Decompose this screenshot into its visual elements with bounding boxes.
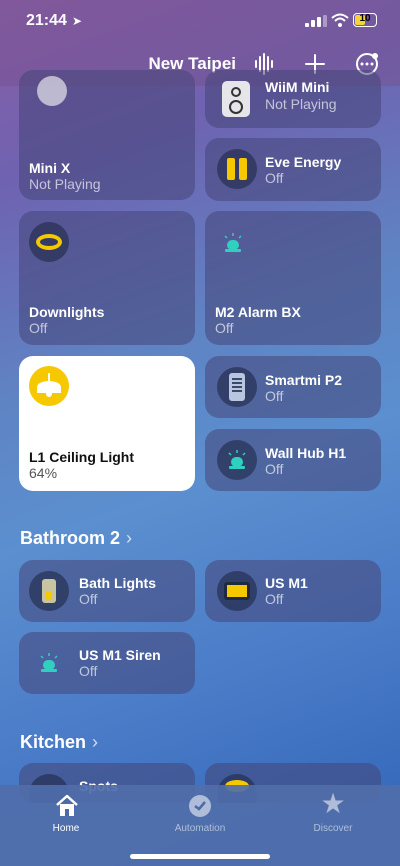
tile-state: Off — [79, 663, 98, 679]
wifi-icon — [331, 13, 349, 27]
chevron-right-icon: › — [126, 528, 133, 548]
status-bar: 21:44 ➤ 10 — [0, 0, 400, 44]
ceiling-light-icon — [29, 366, 69, 406]
tile-state: Off — [265, 388, 284, 404]
tile-name: Wall Hub H1 — [265, 445, 347, 461]
tile-eve-energy[interactable]: Eve Energy Off — [205, 138, 381, 201]
tile-state: Not Playing — [29, 176, 101, 192]
tile-state: Off — [265, 170, 284, 186]
tile-name: US M1 — [265, 575, 308, 591]
section-title: Kitchen — [20, 732, 87, 752]
cellular-signal-icon — [305, 15, 327, 27]
home-icon — [56, 794, 78, 816]
battery-level: 10 — [359, 13, 371, 24]
tile-name: M2 Alarm BX — [215, 304, 301, 320]
tile-downlights[interactable]: Downlights Off — [19, 211, 195, 345]
tile-name: Eve Energy — [265, 154, 342, 170]
speaker-icon — [222, 81, 250, 117]
tile-state: Off — [265, 591, 284, 607]
tab-home[interactable]: Home — [26, 787, 106, 837]
siren-icon — [40, 653, 58, 672]
section-title: Bathroom 2 — [20, 528, 121, 548]
tab-label: Home — [52, 823, 80, 834]
tile-name: L1 Ceiling Light — [29, 449, 134, 465]
siren-icon — [224, 233, 242, 252]
siren-icon — [217, 440, 257, 480]
speaker-icon — [37, 76, 67, 106]
section-header-kitchen[interactable]: Kitchen › — [20, 732, 98, 753]
tile-name: Mini X — [29, 160, 71, 176]
tile-state: Off — [215, 320, 234, 336]
tile-name: Smartmi P2 — [265, 372, 343, 388]
tile-l1-ceiling-light[interactable]: L1 Ceiling Light 64% — [19, 356, 195, 491]
hub-icon — [217, 571, 257, 611]
chevron-right-icon: › — [92, 732, 99, 752]
tile-state: Not Playing — [265, 96, 337, 112]
tile-state: Off — [29, 320, 48, 336]
status-time: 21:44 — [26, 12, 67, 29]
tile-name: WiiM Mini — [265, 79, 330, 95]
star-icon: ★ — [320, 788, 346, 819]
air-purifier-icon — [217, 367, 257, 407]
section-header-bathroom[interactable]: Bathroom 2 › — [20, 528, 132, 549]
tile-state: Off — [265, 461, 284, 477]
tile-m2-alarm-bx[interactable]: M2 Alarm BX Off — [205, 211, 381, 345]
battery-icon: 10 — [353, 13, 377, 27]
downlight-icon — [29, 222, 69, 262]
clock-check-icon — [189, 795, 211, 817]
tile-bath-lights[interactable]: Bath Lights Off — [19, 560, 195, 622]
tile-us-m1[interactable]: US M1 Off — [205, 560, 381, 622]
home-indicator — [130, 854, 270, 859]
tile-state: 64% — [29, 465, 58, 481]
tile-name: Downlights — [29, 304, 105, 320]
tab-automation[interactable]: Automation — [160, 787, 240, 837]
location-arrow-icon: ➤ — [72, 14, 83, 28]
tile-wiim-mini[interactable]: WiiM Mini Not Playing — [205, 70, 381, 128]
light-switch-icon — [29, 571, 69, 611]
tile-mini-x[interactable]: Mini X Not Playing — [19, 70, 195, 200]
tile-smartmi-p2[interactable]: Smartmi P2 Off — [205, 356, 381, 418]
tab-label: Automation — [174, 823, 226, 834]
tile-state: Off — [79, 591, 98, 607]
power-strip-icon — [217, 149, 257, 189]
tile-wall-hub-h1[interactable]: Wall Hub H1 Off — [205, 429, 381, 491]
tile-name: Bath Lights — [79, 575, 156, 591]
tab-label: Discover — [313, 823, 353, 834]
tile-name: US M1 Siren — [79, 647, 161, 663]
tab-discover[interactable]: ★ Discover — [293, 787, 373, 837]
tile-us-m1-siren[interactable]: US M1 Siren Off — [19, 632, 195, 694]
